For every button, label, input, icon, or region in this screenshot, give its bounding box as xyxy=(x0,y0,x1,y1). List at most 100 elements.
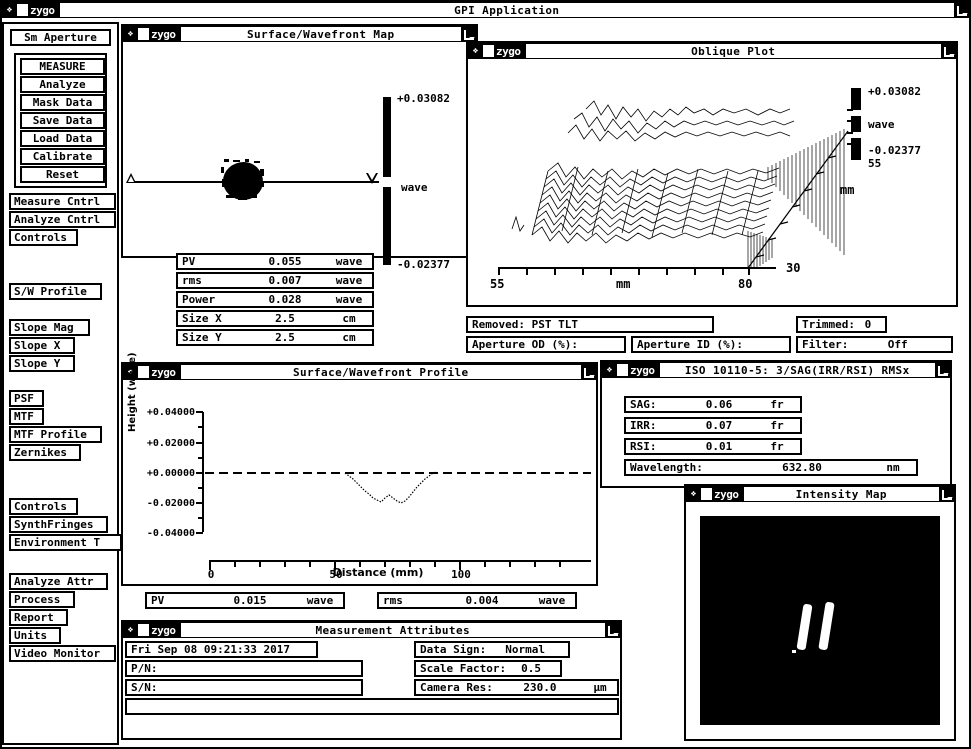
profile-start-marker-icon[interactable] xyxy=(126,173,136,183)
window-menu-icon[interactable]: ❖ xyxy=(124,27,137,41)
sidebar-item-load-data[interactable]: Load Data xyxy=(20,130,105,147)
intensity-fringe-left xyxy=(796,603,813,651)
titlebar-box-icon[interactable] xyxy=(17,4,28,16)
sidebar-item-sw-profile[interactable]: S/W Profile xyxy=(9,283,102,300)
sidebar-item-analyze[interactable]: Analyze xyxy=(20,76,105,93)
sidebar-item-mask-data[interactable]: Mask Data xyxy=(20,94,105,111)
surface-map-title-text: Surface/Wavefront Map xyxy=(247,27,395,41)
aperture-id-field[interactable]: Aperture ID (%): xyxy=(631,336,791,353)
zygo-logo: zygo xyxy=(630,363,655,377)
sidebar-item-process[interactable]: Process xyxy=(9,591,75,608)
measurement-timestamp-field: Fri Sep 08 09:21:33 2017 xyxy=(125,641,318,658)
resize-handle-icon[interactable] xyxy=(942,44,956,58)
sidebar-item-psf[interactable]: PSF xyxy=(9,390,44,407)
resize-handle-icon[interactable] xyxy=(955,3,969,17)
sidebar-item-slope-mag[interactable]: Slope Mag xyxy=(9,319,90,336)
profile-stat-rms: rms 0.004 wave xyxy=(377,592,577,609)
resize-handle-icon[interactable] xyxy=(582,365,596,379)
sidebar-item-measure-cntrl[interactable]: Measure Cntrl xyxy=(9,193,116,210)
oblique-plot-window: ❖ zygo Oblique Plot 55 mm 80 30 mm +0.03… xyxy=(466,41,958,307)
titlebar-box-icon[interactable] xyxy=(483,45,494,57)
sidebar-action-group: MEASURE Analyze Mask Data Save Data Load… xyxy=(14,53,107,188)
aperture-od-field[interactable]: Aperture OD (%): xyxy=(466,336,626,353)
titlebar-box-icon[interactable] xyxy=(138,366,149,378)
resize-handle-icon[interactable] xyxy=(606,623,620,637)
profile-chart-canvas[interactable]: Height (wave) +0.04000 +0.02000 +0.00000… xyxy=(123,352,596,584)
intensity-speck xyxy=(792,650,796,653)
sidebar-item-video-monitor[interactable]: Video Monitor xyxy=(9,645,116,662)
sidebar-item-slope-y[interactable]: Slope Y xyxy=(9,355,75,372)
window-menu-icon[interactable]: ❖ xyxy=(603,363,616,377)
iso-title: ISO 10110-5: 3/SAG(IRR/RSI) RMSx xyxy=(659,363,935,377)
iso-value-rsi: 0.01 xyxy=(705,440,733,453)
sidebar-aperture-button[interactable]: Sm Aperture xyxy=(10,29,111,46)
resize-handle-icon[interactable] xyxy=(940,487,954,501)
stat-value-size-x: 2.5 xyxy=(275,312,295,325)
stat-unit-size-y: cm xyxy=(342,331,356,344)
measurement-note-row xyxy=(125,698,619,715)
filter-label: Filter: xyxy=(802,338,849,351)
iso-row-sag: SAG: 0.06 fr xyxy=(624,396,802,413)
surface-wavefront-map-window: ❖ zygo Surface/Wavefront Map +0.03082 wa… xyxy=(121,24,478,271)
iso-unit-rsi: fr xyxy=(770,440,784,453)
measurement-scale-factor-field[interactable]: Scale Factor: 0.5 xyxy=(414,660,562,677)
sidebar-item-controls-1[interactable]: Controls xyxy=(9,229,78,246)
titlebar-box-icon[interactable] xyxy=(617,364,628,376)
window-menu-icon[interactable]: ❖ xyxy=(687,487,700,501)
sidebar-item-controls-2[interactable]: Controls xyxy=(9,498,78,515)
sidebar-item-analyze-cntrl[interactable]: Analyze Cntrl xyxy=(9,211,116,228)
sidebar-item-synthfringes[interactable]: SynthFringes xyxy=(9,516,108,533)
sidebar-group-optics: PSF MTF MTF Profile Zernikes xyxy=(4,390,117,461)
measurement-titlebar: ❖ zygo Measurement Attributes xyxy=(123,622,620,638)
intensity-title-text: Intensity Map xyxy=(795,487,887,501)
sidebar-item-save-data[interactable]: Save Data xyxy=(20,112,105,129)
surface-scale-max: +0.03082 xyxy=(397,92,450,105)
sidebar-item-measure[interactable]: MEASURE xyxy=(20,58,105,75)
sidebar-item-zernikes[interactable]: Zernikes xyxy=(9,444,81,461)
profile-xtick-label-0: 0 xyxy=(207,568,215,581)
oblique-colorbar xyxy=(847,88,861,163)
sidebar-item-environment-t[interactable]: Environment T xyxy=(9,534,122,551)
iso-label-sag: SAG: xyxy=(630,398,657,411)
sidebar-item-reset[interactable]: Reset xyxy=(20,166,105,183)
resize-handle-icon[interactable] xyxy=(936,363,950,377)
app-title: GPI Application xyxy=(59,3,954,17)
measurement-pn-field[interactable]: P/N: xyxy=(125,660,363,677)
sidebar-item-calibrate[interactable]: Calibrate xyxy=(20,148,105,165)
window-menu-icon[interactable]: ❖ xyxy=(124,623,137,637)
resize-handle-icon[interactable] xyxy=(462,27,476,41)
measurement-pn-label: P/N: xyxy=(131,662,158,675)
titlebar-box-icon[interactable] xyxy=(138,28,149,40)
stat-label-size-y: Size Y xyxy=(182,331,222,344)
profile-end-marker-icon[interactable] xyxy=(366,173,378,184)
sidebar-item-mtf-profile[interactable]: MTF Profile xyxy=(9,426,102,443)
sidebar-item-slope-x[interactable]: Slope X xyxy=(9,337,75,354)
sidebar-item-units[interactable]: Units xyxy=(9,627,61,644)
titlebar-box-icon[interactable] xyxy=(701,488,712,500)
surface-wavefront-profile-window: ❖ zygo Surface/Wavefront Profile Height … xyxy=(121,352,598,586)
measurement-sn-field[interactable]: S/N: xyxy=(125,679,363,696)
oblique-plot-canvas[interactable]: 55 mm 80 30 mm +0.03082 wave -0.02377 55 xyxy=(468,59,956,305)
sidebar-item-analyze-attr[interactable]: Analyze Attr xyxy=(9,573,108,590)
measurement-scale-factor-label: Scale Factor: xyxy=(420,662,507,675)
removed-label: Removed: PST TLT xyxy=(472,318,578,331)
zygo-logo: zygo xyxy=(714,487,739,501)
intensity-image[interactable] xyxy=(700,516,940,725)
measurement-camera-res-unit: µm xyxy=(593,681,607,694)
wavefront-blob[interactable] xyxy=(221,159,265,203)
measurement-data-sign-field[interactable]: Data Sign: Normal xyxy=(414,641,570,658)
filter-field[interactable]: Filter: Off xyxy=(796,336,953,353)
oblique-x-start-label: 55 xyxy=(490,277,505,291)
sidebar-item-mtf[interactable]: MTF xyxy=(9,408,44,425)
surface-map-canvas[interactable]: +0.03082 wave -0.02377 xyxy=(123,42,476,271)
sidebar-item-report[interactable]: Report xyxy=(9,609,68,626)
measurement-note-field[interactable] xyxy=(125,698,619,715)
oblique-depth-unit-label: mm xyxy=(840,183,855,197)
stat-label-pv: PV xyxy=(182,255,196,268)
measurement-camera-res-field[interactable]: Camera Res: 230.0 µm xyxy=(414,679,619,696)
window-menu-icon[interactable]: ❖ xyxy=(469,44,482,58)
window-menu-icon[interactable]: ❖ xyxy=(3,3,16,17)
profile-title-text: Surface/Wavefront Profile xyxy=(292,365,469,379)
titlebar-box-icon[interactable] xyxy=(138,624,149,636)
oblique-title-text: Oblique Plot xyxy=(691,44,776,58)
